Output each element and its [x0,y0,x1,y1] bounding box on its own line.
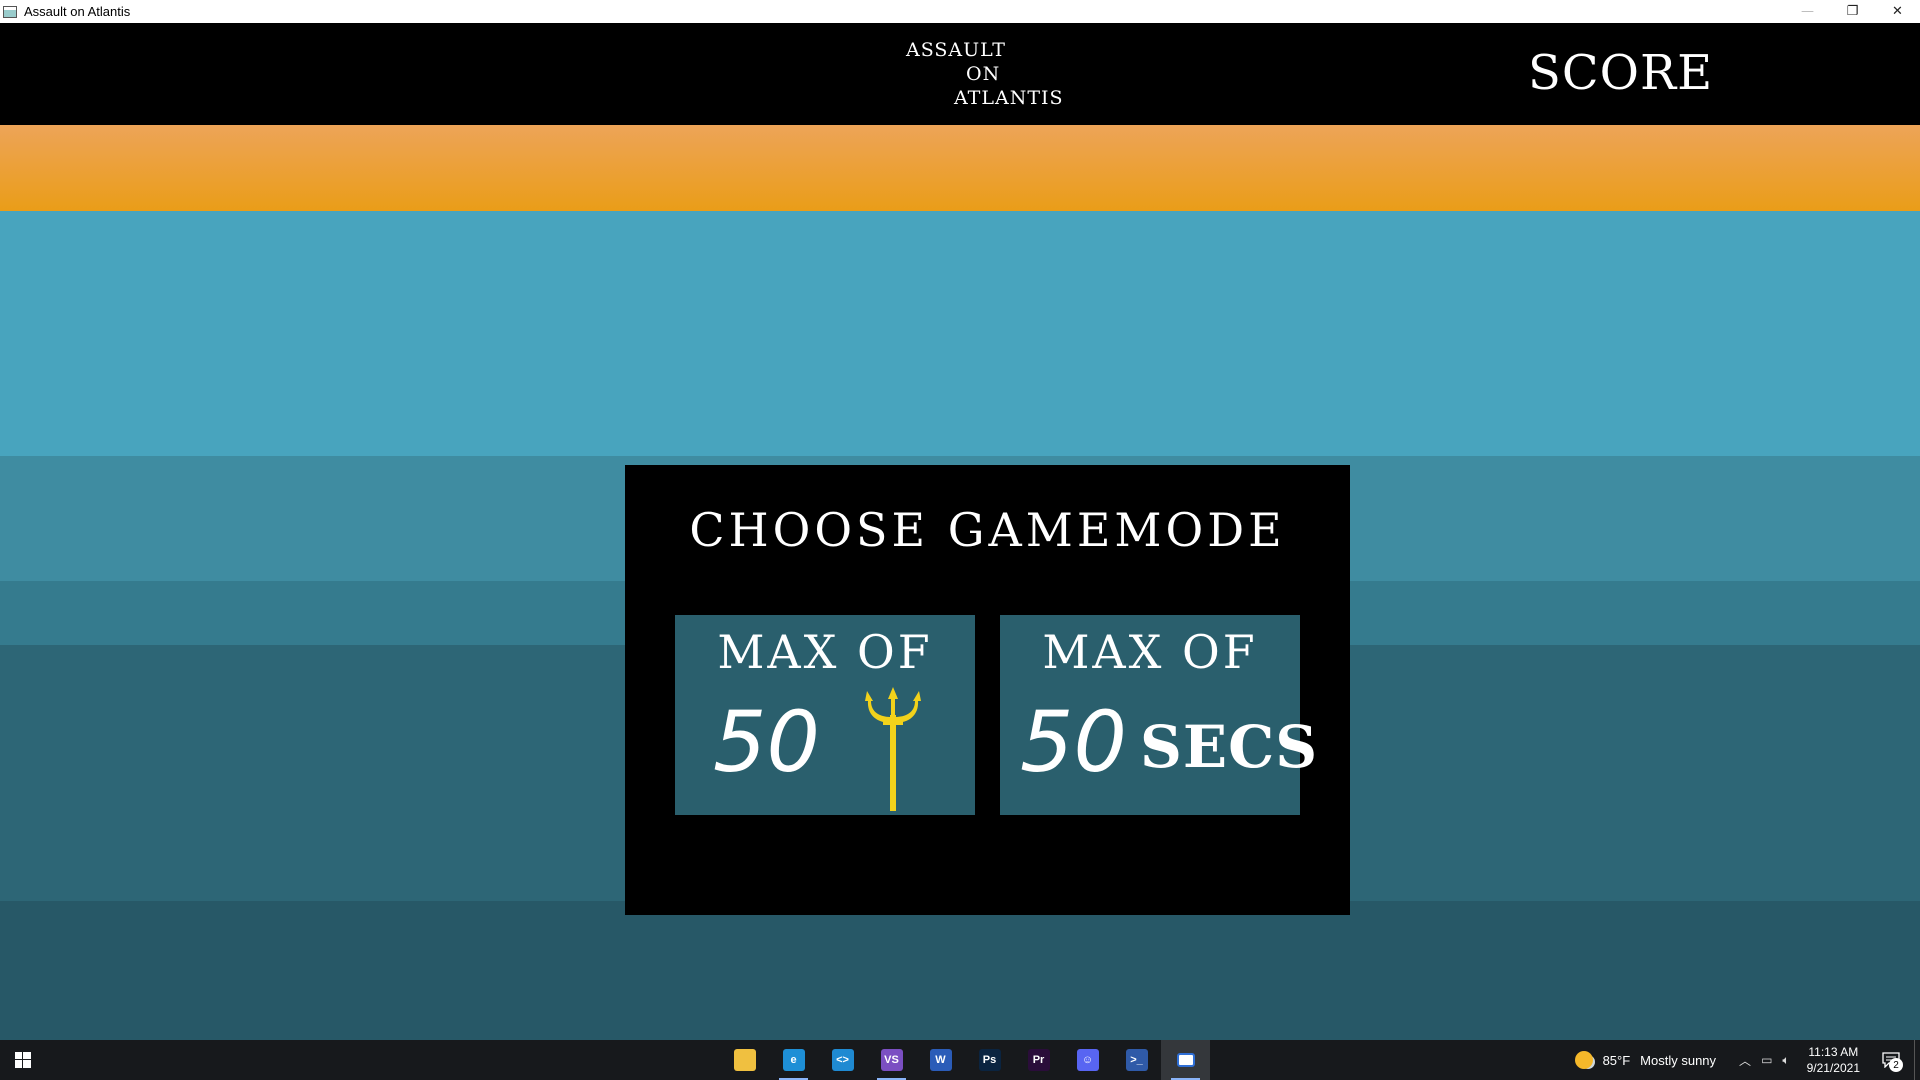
clock[interactable]: 11:13 AM 9/21/2021 [1807,1044,1860,1076]
taskbar-app-button[interactable]: e [769,1040,818,1080]
weather-widget[interactable]: 85°F Mostly sunny [1574,1051,1717,1069]
window-title-bar: Assault on Atlantis — ❐ ✕ [0,0,1920,23]
mode-top-label: MAX OF [717,625,933,679]
windows-logo-icon [15,1052,31,1068]
minimize-button[interactable]: — [1785,0,1830,23]
action-center-button[interactable]: 2 [1876,1040,1906,1080]
partly-sunny-icon [1574,1051,1593,1069]
taskbar-app-button[interactable]: ☺ [1063,1040,1112,1080]
show-desktop-button[interactable] [1914,1040,1920,1080]
powershell-icon: >_ [1125,1049,1148,1071]
mode-max-tridents-button[interactable]: MAX OF 50 [675,615,975,815]
window-controls: — ❐ ✕ [1785,0,1920,23]
game-logo: ASSAULT ON ATLANTIS [900,39,1070,119]
app-window-icon [3,5,17,18]
vscode-icon: <> [831,1049,854,1071]
file-explorer-icon [733,1049,756,1071]
taskbar-app-button[interactable] [1161,1040,1210,1080]
network-icon[interactable]: ▭ [1761,1053,1772,1067]
chevron-up-icon[interactable]: ︿ [1739,1052,1751,1069]
volume-icon[interactable]: 🔈︎ [1782,1053,1789,1068]
game-scene: CHOOSE GAMEMODE MAX OF 50 MAX OF 50 SECS [0,125,1920,1040]
window-title: Assault on Atlantis [24,4,131,19]
word-icon: W [929,1049,952,1071]
close-button[interactable]: ✕ [1875,0,1920,23]
restore-button[interactable]: ❐ [1830,0,1875,23]
premiere-icon: Pr [1027,1049,1050,1071]
taskbar-app-button[interactable]: >_ [1112,1040,1161,1080]
taskbar-app-button[interactable] [720,1040,769,1080]
discord-icon: ☺ [1076,1049,1099,1071]
trident-icon [865,687,921,811]
mode-top-label: MAX OF [1042,625,1258,679]
mode-max-seconds-button[interactable]: MAX OF 50 SECS [1000,615,1317,815]
taskbar-apps: e <> VS W Ps Pr ☺ >_ [720,1040,1210,1080]
taskbar-app-button[interactable]: Pr [1014,1040,1063,1080]
logo-line-2: ON [966,63,1001,85]
start-button[interactable] [0,1040,46,1080]
edge-icon: e [782,1049,805,1071]
score-label: SCORE [1528,45,1714,101]
taskbar-app-button[interactable]: VS [867,1040,916,1080]
taskbar: e <> VS W Ps Pr ☺ >_ 85°F Mostly sunny ︿ ▭ 🔈︎ 1… [0,1040,1920,1080]
game-window-icon [1176,1053,1195,1067]
mode-number: 50 [1020,693,1127,791]
sea-band-1 [0,211,1920,456]
logo-line-1: ASSAULT [906,39,1006,61]
weather-temperature: 85°F [1602,1052,1631,1068]
game-header: ASSAULT ON ATLANTIS SCORE [0,23,1920,125]
clock-date: 9/21/2021 [1806,1061,1860,1075]
notification-badge: 2 [1889,1058,1903,1072]
photoshop-icon: Ps [978,1049,1001,1071]
visual-studio-icon: VS [880,1049,903,1071]
taskbar-app-button[interactable]: Ps [965,1040,1014,1080]
system-tray: 85°F Mostly sunny ︿ ▭ 🔈︎ 11:13 AM 9/21/2… [1574,1040,1920,1080]
gamemode-dialog: CHOOSE GAMEMODE MAX OF 50 MAX OF 50 SECS [625,465,1350,915]
taskbar-app-button[interactable]: W [916,1040,965,1080]
logo-line-3: ATLANTIS [954,87,1064,109]
clock-time: 11:13 AM [1808,1045,1859,1059]
sea-band-5 [0,901,1920,1040]
sunset-band [0,125,1920,211]
taskbar-app-button[interactable]: <> [818,1040,867,1080]
mode-number: 50 [713,693,820,791]
weather-condition: Mostly sunny [1640,1052,1717,1068]
dialog-title: CHOOSE GAMEMODE [689,503,1286,557]
mode-unit-label: SECS [1140,713,1319,781]
